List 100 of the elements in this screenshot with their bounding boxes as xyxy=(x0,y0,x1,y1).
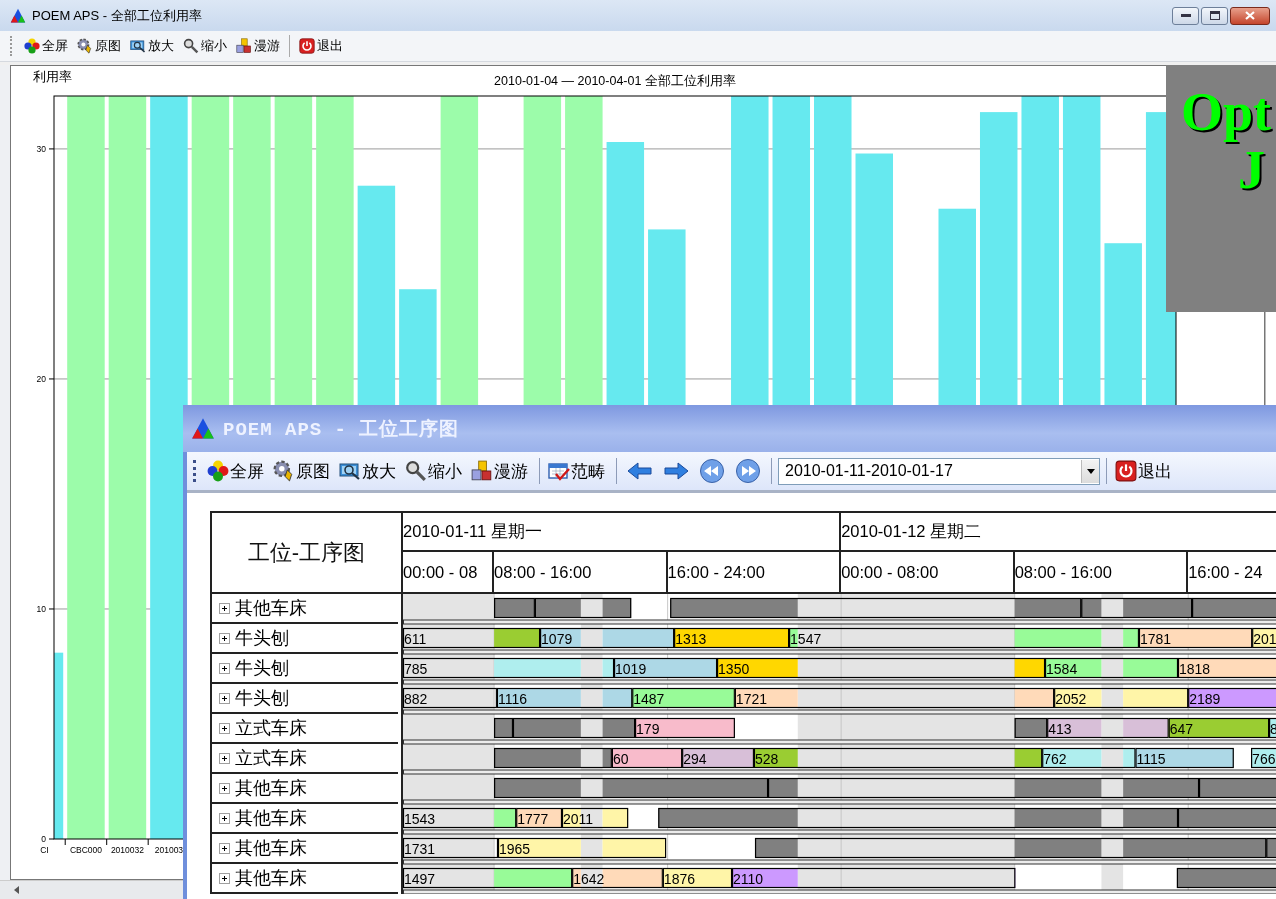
fast-forward-icon[interactable] xyxy=(735,458,761,484)
toolbar-button[interactable]: 退出 xyxy=(296,35,346,57)
monitor-magnifier-icon xyxy=(130,38,146,54)
task-bar: 1547 xyxy=(789,627,1140,649)
magnifier-icon xyxy=(183,38,199,54)
banner-text: J xyxy=(1238,140,1265,200)
toolbar-button[interactable]: 漫游 xyxy=(469,457,533,485)
minimize-button[interactable] xyxy=(1172,6,1199,25)
row-label: 其他车床 xyxy=(235,807,307,830)
date-range-dropdown[interactable]: 2010-01-11-2010-01-17 xyxy=(778,457,1100,485)
row-label: 其他车床 xyxy=(235,597,307,620)
minimize-icon xyxy=(1180,13,1191,18)
window-title: POEM APS - 工位工序图 xyxy=(223,417,460,442)
task-bar: 2052 xyxy=(1054,687,1189,709)
expand-icon[interactable] xyxy=(219,632,230,644)
expand-icon[interactable] xyxy=(219,782,230,794)
toolbar-button[interactable]: 全屏 xyxy=(21,35,71,57)
expand-icon[interactable] xyxy=(219,602,230,614)
toolbar-button[interactable]: 缩小 xyxy=(180,35,230,57)
arrow-left-icon[interactable] xyxy=(627,461,653,481)
expand-icon[interactable] xyxy=(219,872,230,884)
task-bar: 294 xyxy=(682,747,755,769)
power-icon xyxy=(299,38,315,54)
task-bar: 1876 xyxy=(662,867,733,889)
rewind-icon[interactable] xyxy=(699,458,725,484)
horizontal-scrollbar[interactable] xyxy=(0,880,183,899)
toolbar-button[interactable]: 放大 xyxy=(127,35,177,57)
axis-tick-label: 0 xyxy=(41,834,46,844)
task-bar: 1487 xyxy=(632,687,735,709)
task-bar: 2011 xyxy=(561,807,629,829)
shift-header: 08:00 - 16:00 xyxy=(494,562,592,582)
task-bar: 1781 xyxy=(1138,627,1253,649)
shift-header: 16:00 - 24 xyxy=(1188,562,1263,582)
task-bar: 1116 xyxy=(496,687,633,709)
task-bar: 1818 xyxy=(1177,657,1276,679)
task-bar: 60 xyxy=(611,747,683,769)
scroll-left-icon[interactable] xyxy=(14,886,19,894)
expand-icon[interactable] xyxy=(219,692,230,704)
shift-header: 00:00 - 08 xyxy=(403,562,478,582)
row-label: 牛头刨 xyxy=(235,657,289,680)
toolbar-button[interactable]: 缩小 xyxy=(403,457,467,485)
expand-icon[interactable] xyxy=(219,812,230,824)
logo-icon xyxy=(191,416,215,441)
task-bar: 179 xyxy=(635,717,735,739)
expand-icon[interactable] xyxy=(219,752,230,764)
blocks-icon xyxy=(236,38,252,54)
toolbar-button[interactable]: 放大 xyxy=(337,457,401,485)
toolbar-button[interactable]: 漫游 xyxy=(233,35,283,57)
axis-tick-label: 2010032 xyxy=(110,845,144,855)
balls-icon xyxy=(207,460,229,482)
row-label: 立式车床 xyxy=(235,747,307,770)
day-header: 2010-01-11 星期一 xyxy=(403,520,542,542)
magnifier-icon xyxy=(405,460,427,482)
toolbar-button[interactable]: 原图 xyxy=(74,35,124,57)
task-bar: 1019 xyxy=(613,657,718,679)
expand-icon[interactable] xyxy=(219,722,230,734)
banner-text: Opt xyxy=(1181,82,1272,142)
expand-icon[interactable] xyxy=(219,662,230,674)
task-bar: 2110 xyxy=(731,867,1016,889)
toolbar-button[interactable]: 原图 xyxy=(271,457,335,485)
corner-title: 工位-工序图 xyxy=(247,538,366,567)
toolbar-button[interactable]: 范畴 xyxy=(546,457,610,485)
logo-icon xyxy=(10,7,26,24)
toolbar-button[interactable]: 全屏 xyxy=(205,457,269,485)
task-bar: 611 xyxy=(403,627,541,649)
exit-button[interactable]: 退出 xyxy=(1113,457,1177,485)
blocks-icon xyxy=(471,460,493,482)
task-bar xyxy=(1014,717,1048,739)
row-label: 其他车床 xyxy=(235,837,307,860)
chart-title: 2010-01-04 — 2010-04-01 全部工位利用率 xyxy=(494,74,736,88)
balls-icon xyxy=(24,38,40,54)
power-icon xyxy=(1115,460,1137,482)
axis-title: 利用率 xyxy=(33,70,72,84)
task-bar: 1115 xyxy=(1135,747,1234,769)
axis-tick-label: 20 xyxy=(36,373,46,384)
expand-icon[interactable] xyxy=(219,842,230,854)
task-bar: 1642 xyxy=(572,867,663,889)
row-label: 其他车床 xyxy=(235,867,307,890)
task-bar: 413 xyxy=(1047,717,1169,739)
axis-tick-label: CI xyxy=(40,845,49,855)
axis-tick-label: 201003 xyxy=(154,845,184,855)
axis-tick-label: CBC000 xyxy=(69,845,102,855)
task-bar: 1721 xyxy=(734,687,1055,709)
task-bar: 528 xyxy=(753,747,1043,769)
row-label: 立式车床 xyxy=(235,717,307,740)
task-bar: 1584 xyxy=(1044,657,1179,679)
task-bar: 1965 xyxy=(497,837,667,859)
window-title: POEM APS - 全部工位利用率 xyxy=(32,6,202,25)
calendar-check-icon xyxy=(548,460,570,482)
close-icon xyxy=(1245,11,1255,20)
axis-tick-label: 10 xyxy=(36,603,46,614)
arrow-right-icon[interactable] xyxy=(663,461,689,481)
task-bar: 2189 xyxy=(1188,687,1276,709)
task-bar: 882 xyxy=(403,687,498,709)
close-button[interactable] xyxy=(1230,6,1270,25)
task-bar: 1543 xyxy=(403,807,517,829)
row-label: 牛头刨 xyxy=(235,627,289,650)
task-bar: 1079 xyxy=(540,627,675,649)
maximize-button[interactable] xyxy=(1201,6,1228,25)
task-bar: 201 xyxy=(1252,627,1276,649)
